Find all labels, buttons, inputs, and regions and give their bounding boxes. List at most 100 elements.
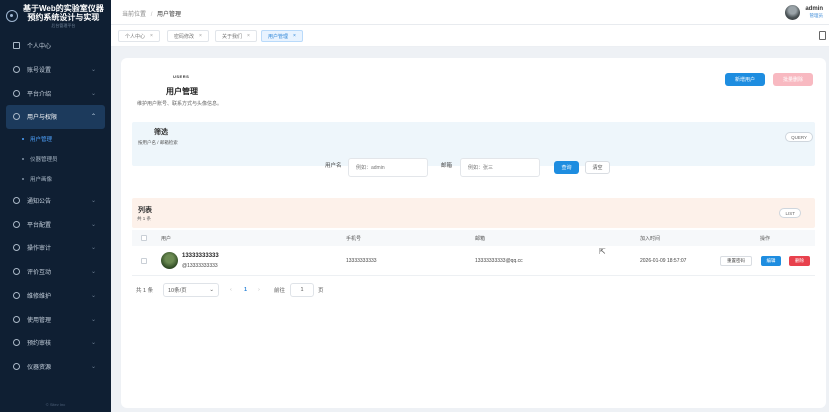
tab-profile[interactable]: 个人中心 × xyxy=(118,30,160,42)
submenu-item-user-management[interactable]: 用户管理 xyxy=(0,129,111,149)
circle-icon xyxy=(13,339,20,347)
row-checkbox[interactable] xyxy=(141,258,147,264)
select-all-checkbox[interactable] xyxy=(141,235,147,241)
next-page-button[interactable]: › xyxy=(258,283,260,297)
submenu-item-instrument-admin[interactable]: 仪器管理员 xyxy=(0,149,111,169)
app-subtitle: 后台管理平台 xyxy=(51,22,76,28)
user-role: 管理员 xyxy=(809,13,824,18)
reset-password-button[interactable]: 重置密码 xyxy=(720,256,752,266)
search-button[interactable]: 查询 xyxy=(554,161,579,174)
pagination: 共 1 条 10条/页 ⌄ ‹ 1 › 前往 1 页 xyxy=(136,283,386,297)
user-square-icon xyxy=(13,42,20,50)
close-icon[interactable]: × xyxy=(247,33,250,39)
brand: 基于Web的实验室仪器 预约系统设计与实现 后台管理平台 xyxy=(0,0,111,32)
column-header-joined: 加入时间 xyxy=(640,236,661,242)
tab-about[interactable]: 关于我们 × xyxy=(215,30,257,42)
logo-icon xyxy=(6,10,18,22)
sidebar-item-announcements[interactable]: 通知公告 ⌄ xyxy=(0,189,111,213)
user-menu[interactable]: admin 管理员 xyxy=(785,5,823,20)
avatar[interactable] xyxy=(785,5,801,20)
breadcrumb-home[interactable]: 当前位置 xyxy=(122,12,146,18)
edit-button[interactable]: 编辑 xyxy=(761,256,781,266)
document-icon[interactable] xyxy=(819,31,826,40)
close-icon[interactable]: × xyxy=(150,33,153,39)
table-header: 用户 手机号 邮箱 加入时间 操作 xyxy=(132,230,815,246)
circle-icon xyxy=(13,113,20,121)
username-input[interactable] xyxy=(348,158,428,177)
list-title: 列表 xyxy=(138,207,152,214)
sidebar: 基于Web的实验室仪器 预约系统设计与实现 后台管理平台 个人中心 账号设置 ⌄… xyxy=(0,0,111,412)
chevron-up-icon: ⌃ xyxy=(90,114,96,121)
sidebar-item-reviews[interactable]: 评价互动 ⌄ xyxy=(0,260,111,284)
circle-icon xyxy=(13,362,20,370)
chevron-down-icon: ⌄ xyxy=(90,67,96,74)
filter-subtitle: 按用户名 / 邮箱检索 xyxy=(138,140,178,145)
bullet-icon xyxy=(22,157,24,160)
chevron-down-icon: ⌄ xyxy=(90,269,96,276)
sidebar-item-instruments[interactable]: 仪器资源 ⌄ xyxy=(0,355,111,379)
list-count: 共 1 条 xyxy=(137,216,152,221)
circle-icon xyxy=(13,244,20,252)
sidebar-item-usage[interactable]: 使用管理 ⌄ xyxy=(0,307,111,331)
sidebar-item-users-permissions[interactable]: 用户与权限 ⌃ xyxy=(6,105,105,129)
breadcrumb-separator: / xyxy=(150,12,153,18)
prev-page-button[interactable]: ‹ xyxy=(230,283,232,297)
sidebar-item-platform-config[interactable]: 平台配置 ⌄ xyxy=(0,212,111,236)
chevron-down-icon: ⌄ xyxy=(209,287,214,293)
filter-title: 筛选 xyxy=(154,129,168,136)
sidebar-item-account[interactable]: 账号设置 ⌄ xyxy=(0,58,111,82)
joined-cell: 2026-01-09 18:57:07 xyxy=(640,258,687,264)
circle-icon xyxy=(13,291,20,299)
delete-button[interactable]: 删除 xyxy=(789,256,810,266)
query-badge: QUERY xyxy=(785,132,813,142)
sidebar-item-maintenance[interactable]: 维修维护 ⌄ xyxy=(0,284,111,308)
column-header-phone: 手机号 xyxy=(346,236,362,242)
chevron-down-icon: ⌄ xyxy=(90,363,96,370)
email-label: 邮箱 xyxy=(441,163,453,169)
sidebar-item-audit[interactable]: 操作审计 ⌄ xyxy=(0,236,111,260)
bullet-icon xyxy=(22,137,24,140)
tab-bar: 个人中心 × 密码修改 × 关于我们 × 用户管理 × xyxy=(111,25,829,47)
close-icon[interactable]: × xyxy=(199,33,202,39)
sidebar-item-booking-review[interactable]: 预约审核 ⌄ xyxy=(0,331,111,355)
batch-delete-button[interactable]: 批量删除 xyxy=(773,73,813,86)
chevron-down-icon: ⌄ xyxy=(90,245,96,252)
page-number-current[interactable]: 1 xyxy=(244,283,247,297)
tab-user-management[interactable]: 用户管理 × xyxy=(261,30,303,42)
circle-icon xyxy=(13,89,20,97)
app-title-line2: 预约系统设计与实现 xyxy=(27,12,100,22)
email-cell: 13333333333@qq.cc xyxy=(475,258,523,264)
phone-cell: 13333333333 xyxy=(346,258,377,264)
page-size-select[interactable]: 10条/页 ⌄ xyxy=(163,283,219,297)
avatar xyxy=(161,252,178,269)
bullet-icon xyxy=(22,177,24,180)
sidebar-item-platform-intro[interactable]: 平台介绍 ⌄ xyxy=(0,81,111,105)
user-name: admin xyxy=(805,6,823,12)
circle-icon xyxy=(13,66,20,74)
top-header: 当前位置 / 用户管理 admin 管理员 xyxy=(111,0,829,25)
username-label: 用户名 xyxy=(325,163,342,169)
page-title: 用户管理 xyxy=(166,87,198,96)
submenu-item-user-profile[interactable]: 用户画像 xyxy=(0,169,111,189)
clear-button[interactable]: 清空 xyxy=(585,161,610,174)
breadcrumb-current: 用户管理 xyxy=(157,12,182,18)
goto-page-input[interactable]: 1 xyxy=(290,283,314,297)
goto-label: 前往 xyxy=(274,288,286,294)
list-badge: LIST xyxy=(779,208,801,218)
circle-icon xyxy=(13,268,20,276)
tab-password[interactable]: 密码修改 × xyxy=(167,30,209,42)
column-header-user: 用户 xyxy=(161,236,172,242)
app-title-line1: 基于Web的实验室仪器 xyxy=(23,3,104,13)
close-icon[interactable]: × xyxy=(293,33,296,39)
mouse-cursor-icon: ⇱ xyxy=(599,247,606,256)
user-handle-cell: @13333333333 xyxy=(182,263,218,269)
column-header-actions: 操作 xyxy=(760,236,771,242)
email-input[interactable] xyxy=(460,158,540,177)
sidebar-menu: 个人中心 账号设置 ⌄ 平台介绍 ⌄ 用户与权限 ⌃ 用户管理 仪器管理员 用户… xyxy=(0,34,111,378)
chevron-down-icon: ⌄ xyxy=(90,292,96,299)
chevron-down-icon: ⌄ xyxy=(90,340,96,347)
sidebar-item-profile[interactable]: 个人中心 xyxy=(0,34,111,58)
sidebar-footer: © Sitev Inc xyxy=(45,402,66,407)
add-user-button[interactable]: 新增用户 xyxy=(725,73,765,86)
breadcrumb: 当前位置 / 用户管理 xyxy=(122,9,181,18)
